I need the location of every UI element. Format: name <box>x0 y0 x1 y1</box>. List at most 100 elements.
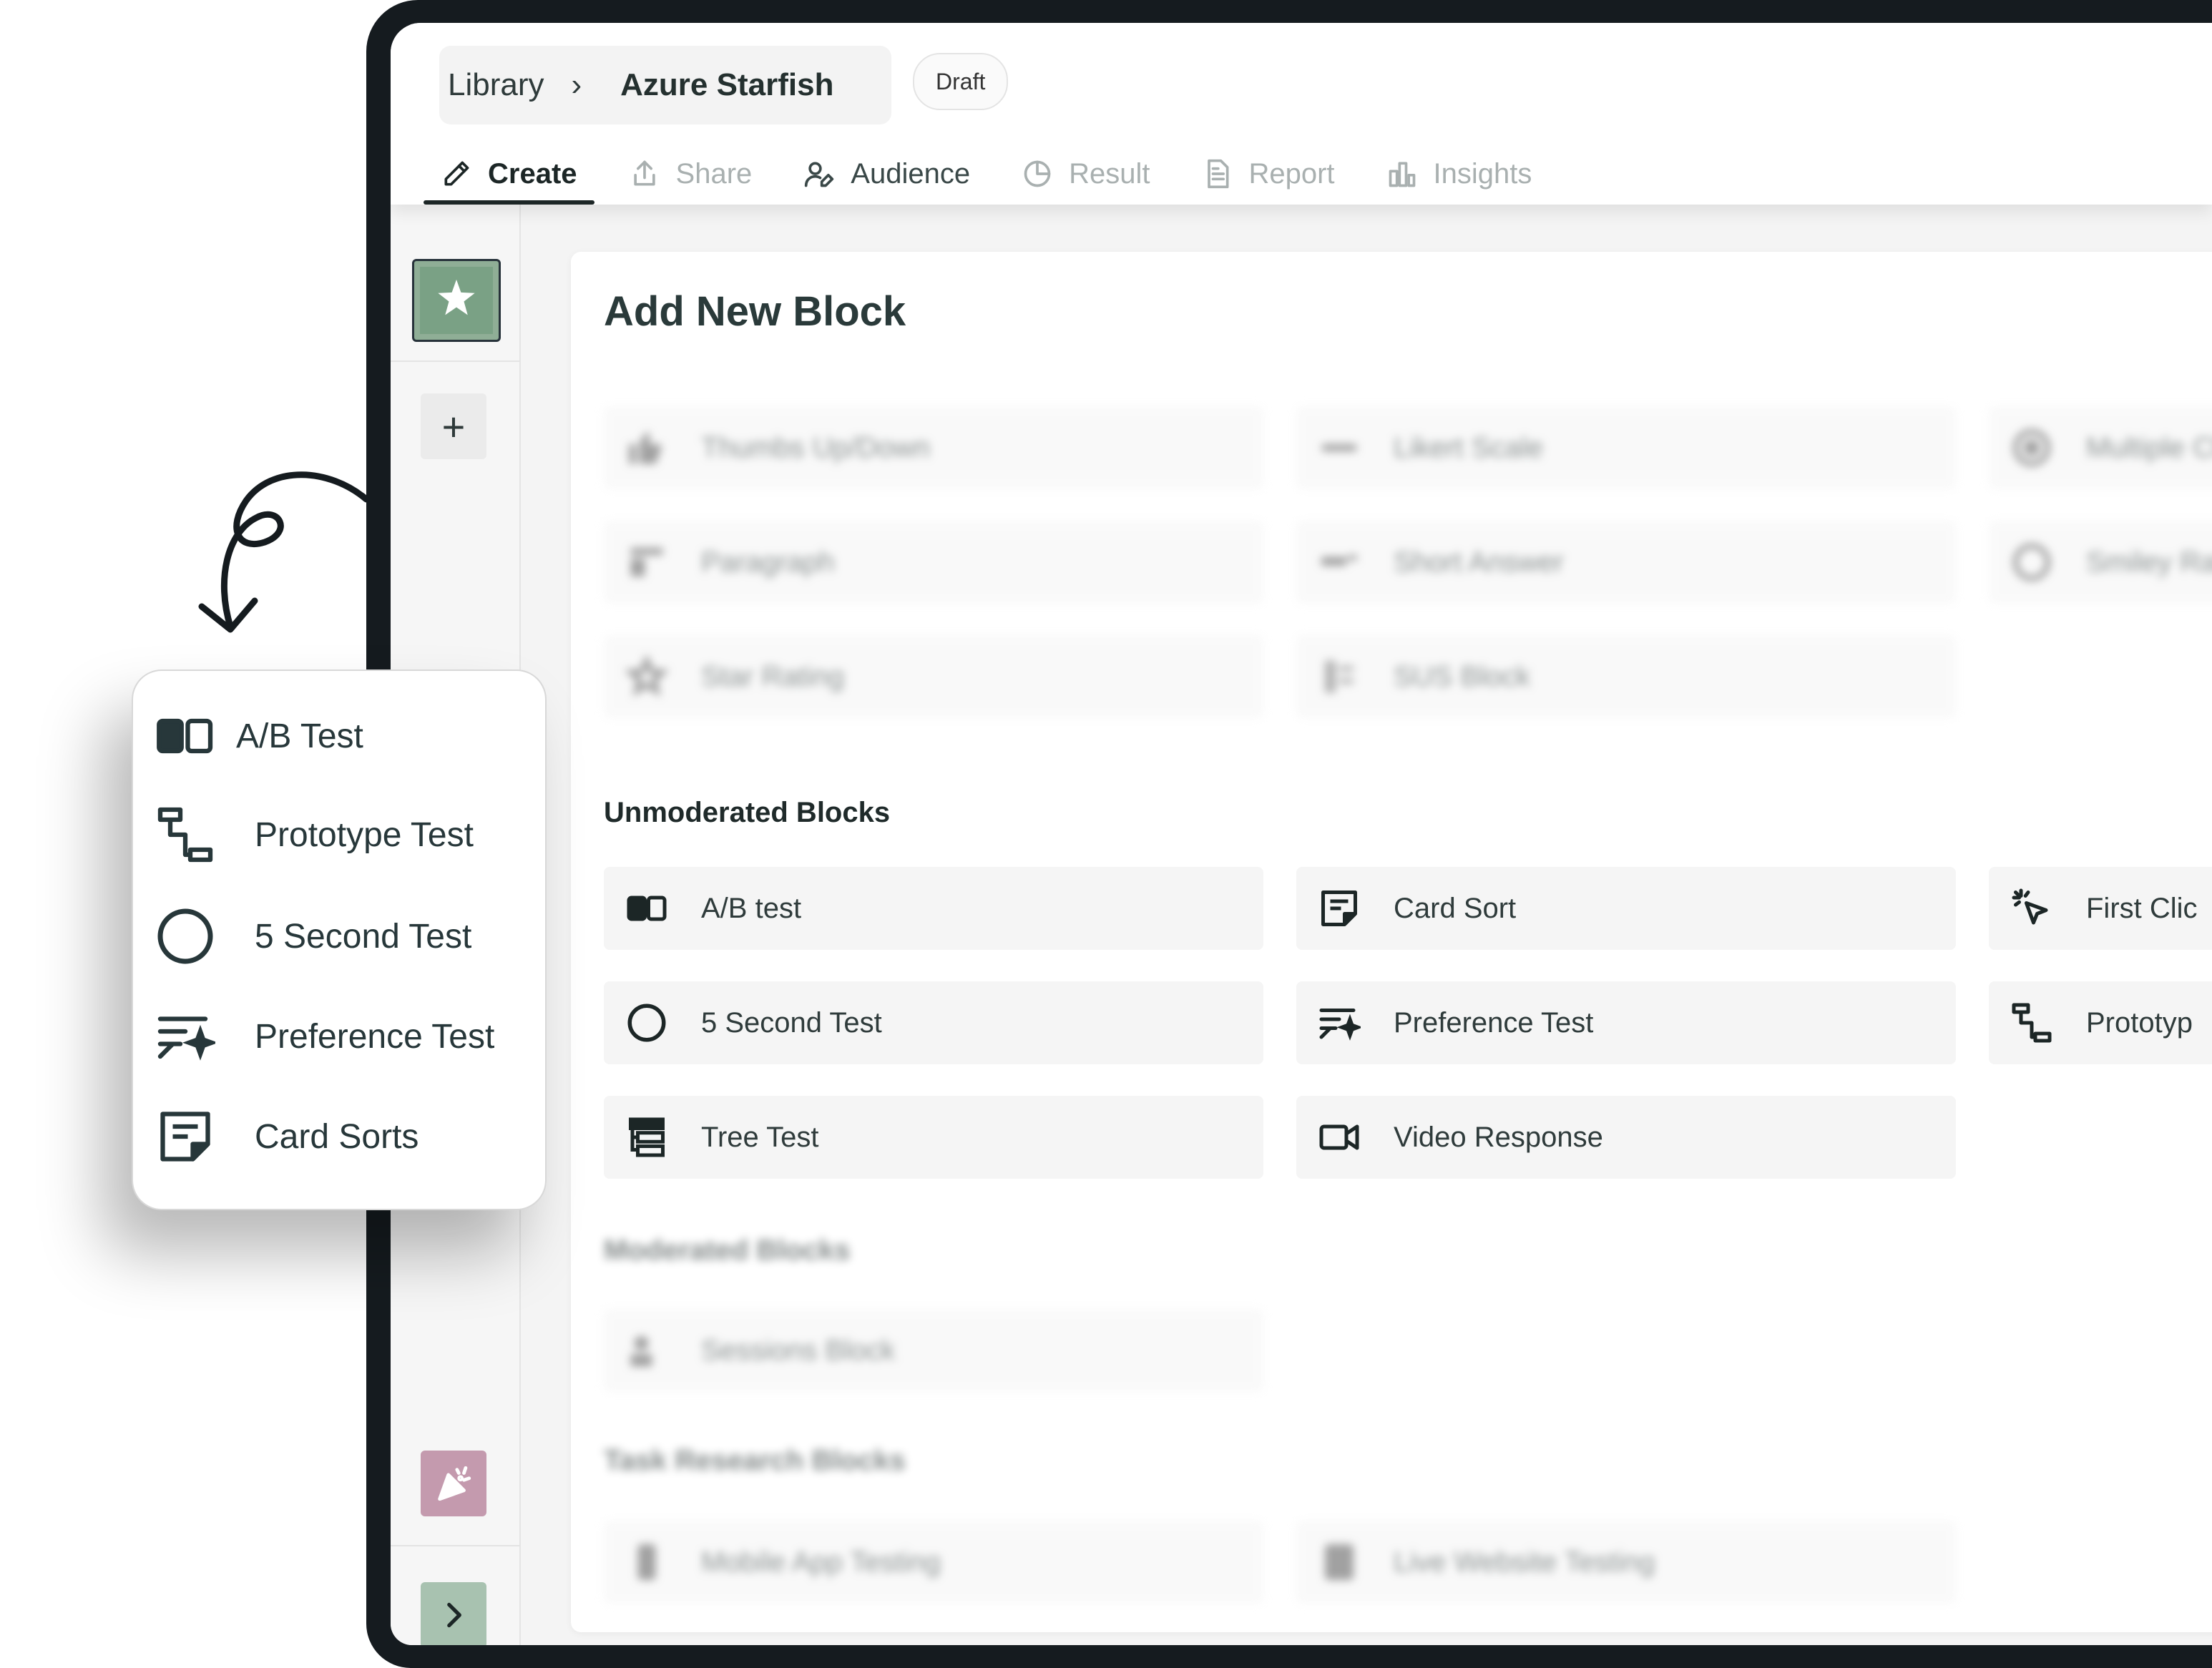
preference-icon <box>155 1006 216 1067</box>
block-card-ab-test[interactable]: A/B test <box>604 867 1263 950</box>
block-card[interactable]: Short Answer <box>1296 521 1956 604</box>
block-card-mobile-app[interactable]: Mobile App Testing <box>604 1521 1263 1604</box>
popover-item-preference-test[interactable]: Preference Test <box>155 1006 494 1067</box>
prototype-icon <box>2010 1001 2053 1044</box>
divider <box>391 360 519 362</box>
tab-report[interactable]: Report <box>1184 143 1351 205</box>
short-answer-icon <box>1318 541 1361 584</box>
popover-label: 5 Second Test <box>255 917 472 956</box>
tab-insights[interactable]: Insights <box>1369 143 1550 205</box>
block-card[interactable]: Likert Scale <box>1296 406 1956 489</box>
sus-icon <box>1318 655 1361 698</box>
prototype-icon <box>155 804 216 865</box>
block-card-card-sort[interactable]: Card Sort <box>1296 867 1956 950</box>
thumbnail-image <box>420 267 493 334</box>
block-card-tree-test[interactable]: Tree Test <box>604 1096 1263 1179</box>
block-label: First Clic <box>2086 892 2198 924</box>
block-card[interactable]: Thumbs Up/Down <box>604 406 1263 489</box>
share-icon <box>633 160 655 186</box>
pie-chart-icon <box>1024 160 1051 187</box>
block-card[interactable]: Multiple Choice <box>1989 406 2212 489</box>
block-card-preference-test[interactable]: Preference Test <box>1296 981 1956 1064</box>
tab-result[interactable]: Result <box>1004 143 1167 205</box>
project-title[interactable]: Azure Starfish <box>620 67 833 103</box>
breadcrumb-library-link[interactable]: Library <box>448 67 544 103</box>
block-card-first-click[interactable]: First Clic <box>1989 867 2212 950</box>
popover-label: Preference Test <box>255 1017 495 1056</box>
bar-chart-icon <box>1389 162 1415 187</box>
block-label: Tree Test <box>701 1121 819 1153</box>
add-block-panel: Add New Block Thumbs Up/Down Likert Scal… <box>571 252 2212 1632</box>
popover-item-prototype-test[interactable]: Prototype Test <box>155 804 474 865</box>
status-badge: Draft <box>913 53 1009 110</box>
tab-audience[interactable]: Audience <box>786 143 987 205</box>
block-card-5-second-test[interactable]: 5 Second Test <box>604 981 1263 1064</box>
block-label: A/B test <box>701 892 802 924</box>
app-screen: Library › Azure Starfish Draft Create Sh… <box>391 23 2212 1645</box>
card-sort-icon <box>1318 887 1361 930</box>
block-card-prototype[interactable]: Prototyp <box>1989 981 2212 1064</box>
block-label: Preference Test <box>1394 1006 1594 1039</box>
popover-item-card-sorts[interactable]: Card Sorts <box>155 1106 419 1167</box>
tab-label: Audience <box>851 157 971 190</box>
website-icon <box>1318 1541 1361 1584</box>
block-card[interactable]: Smiley Rating <box>1989 521 2212 604</box>
ab-test-icon <box>625 887 668 930</box>
popover-label: A/B Test <box>236 717 363 755</box>
block-card-video-response[interactable]: Video Response <box>1296 1096 1956 1179</box>
block-label: Paragraph <box>701 546 835 578</box>
tab-label: Share <box>675 157 753 190</box>
tab-label: Create <box>488 157 577 190</box>
tab-share[interactable]: Share <box>612 143 770 205</box>
block-card-live-website[interactable]: Live Website Testing <box>1296 1521 1956 1604</box>
celebrate-button[interactable] <box>421 1451 486 1516</box>
project-thumbnail[interactable] <box>412 259 501 342</box>
block-card[interactable]: SUS Block <box>1296 635 1956 718</box>
audience-icon <box>805 162 834 187</box>
popover-item-ab-test[interactable]: A/B Test <box>155 705 363 767</box>
mobile-icon <box>625 1541 668 1584</box>
breadcrumb: Library › Azure Starfish <box>439 46 891 124</box>
block-label: Mobile App Testing <box>701 1546 941 1578</box>
block-label: Video Response <box>1394 1121 1603 1153</box>
block-label: Card Sort <box>1394 892 1517 924</box>
sessions-icon <box>625 1329 668 1372</box>
video-icon <box>1318 1116 1361 1159</box>
block-label: Likert Scale <box>1394 431 1543 463</box>
starfish-icon <box>438 279 475 315</box>
section-heading-task-research: Task Research Blocks <box>604 1445 906 1476</box>
block-type-popover: A/B Test Prototype Test 5 Second Test Pr… <box>132 669 547 1210</box>
circle-icon <box>625 1001 668 1044</box>
preference-icon <box>1318 1001 1361 1044</box>
block-card[interactable]: Star Rating <box>604 635 1263 718</box>
pencil-icon <box>444 161 469 186</box>
popover-item-5-second-test[interactable]: 5 Second Test <box>155 906 471 967</box>
tab-label: Insights <box>1433 157 1532 190</box>
block-label: Live Website Testing <box>1394 1546 1655 1578</box>
circle-icon <box>155 906 216 967</box>
ab-test-icon <box>155 705 216 767</box>
likert-icon <box>1318 426 1361 469</box>
tree-test-icon <box>625 1116 668 1159</box>
star-icon <box>625 655 668 698</box>
top-bar: Library › Azure Starfish Draft Create Sh… <box>391 23 2212 205</box>
block-label: Short Answer <box>1394 546 1564 578</box>
tab-create[interactable]: Create <box>424 143 594 205</box>
tab-bar: Create Share Audience Result Report Insi… <box>424 143 1566 205</box>
block-label: Sessions Block <box>701 1334 896 1366</box>
block-card-sessions[interactable]: Sessions Block <box>604 1309 1263 1392</box>
smiley-icon <box>2010 541 2053 584</box>
block-label: Star Rating <box>701 660 845 692</box>
popover-label: Prototype Test <box>255 815 474 854</box>
expand-sidebar-button[interactable] <box>421 1582 486 1645</box>
block-label: 5 Second Test <box>701 1006 882 1039</box>
breadcrumb-separator: › <box>571 67 582 102</box>
hand-drawn-arrow-icon <box>198 471 370 633</box>
block-card[interactable]: Paragraph <box>604 521 1263 604</box>
popover-label: Card Sorts <box>255 1117 419 1156</box>
tab-label: Result <box>1069 157 1150 190</box>
block-label: SUS Block <box>1394 660 1531 692</box>
chevron-right-icon <box>447 1602 461 1628</box>
block-label: Thumbs Up/Down <box>701 431 931 463</box>
add-page-button[interactable]: + <box>421 393 486 459</box>
